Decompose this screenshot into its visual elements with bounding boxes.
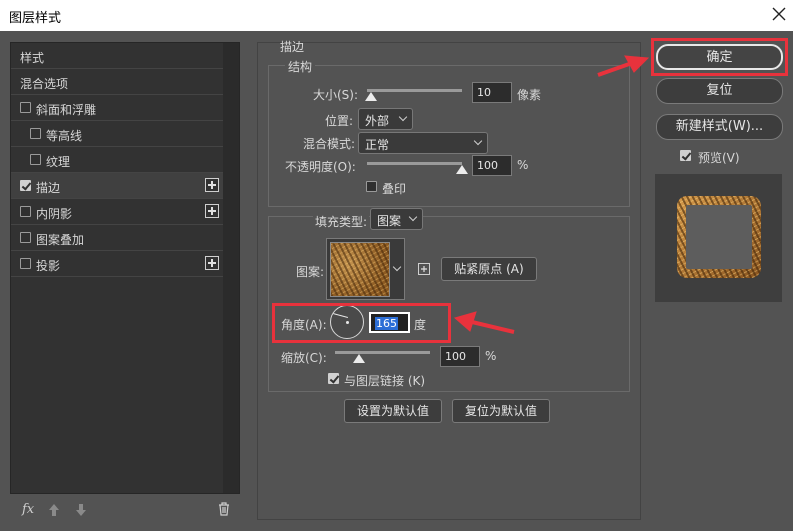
annotation-arrows bbox=[453, 55, 650, 334]
